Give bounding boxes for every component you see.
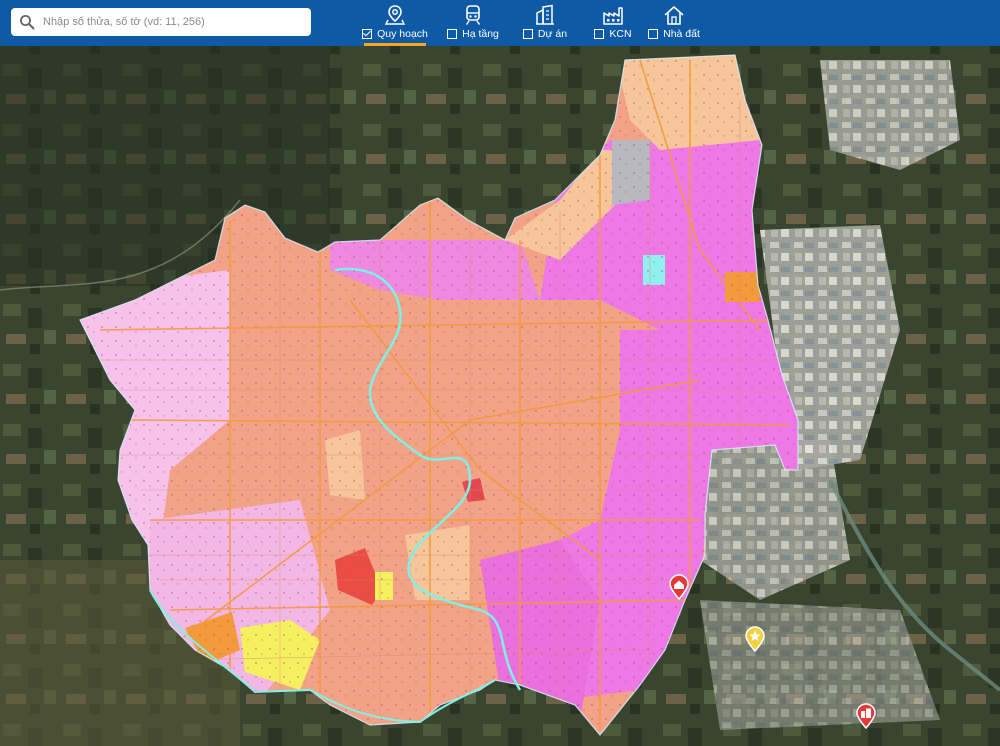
factory-icon (603, 7, 623, 25)
layer-checkbox[interactable] (594, 29, 605, 39)
layer-label: Dự án (537, 28, 568, 40)
layer-toggle-group: Quy hoạch Hạ tầng Dự án KCN Nhà đất (350, 2, 706, 46)
layer-label: Nhà đất (663, 28, 700, 40)
top-navigation-bar: Quy hoạch Hạ tầng (0, 0, 1000, 46)
search-input[interactable] (41, 15, 307, 29)
layer-checkbox[interactable] (447, 29, 458, 39)
layer-checkbox[interactable] (522, 29, 533, 39)
map-pin-icon (384, 5, 406, 25)
layer-tab-du-an[interactable]: Dự án (506, 2, 584, 46)
layer-label: KCN (609, 28, 632, 40)
layer-label: Hạ tầng (462, 28, 499, 40)
house-icon (664, 6, 684, 25)
featured-project-marker[interactable] (744, 626, 766, 657)
train-icon (465, 5, 481, 25)
layer-tab-kcn[interactable]: KCN (584, 2, 642, 46)
map-canvas[interactable] (0, 46, 1000, 746)
search-box[interactable] (11, 8, 311, 36)
real-estate-marker[interactable] (668, 574, 690, 605)
layer-checkbox[interactable] (362, 29, 373, 39)
layer-tab-nha-dat[interactable]: Nhà đất (642, 2, 706, 46)
layer-tab-quy-hoach[interactable]: Quy hoạch (350, 2, 440, 46)
buildings-icon (536, 4, 554, 25)
layer-label: Quy hoạch (377, 28, 428, 40)
search-icon (20, 15, 35, 30)
project-marker[interactable] (855, 703, 877, 734)
layer-tab-ha-tang[interactable]: Hạ tầng (440, 2, 506, 46)
layer-checkbox[interactable] (648, 29, 659, 39)
